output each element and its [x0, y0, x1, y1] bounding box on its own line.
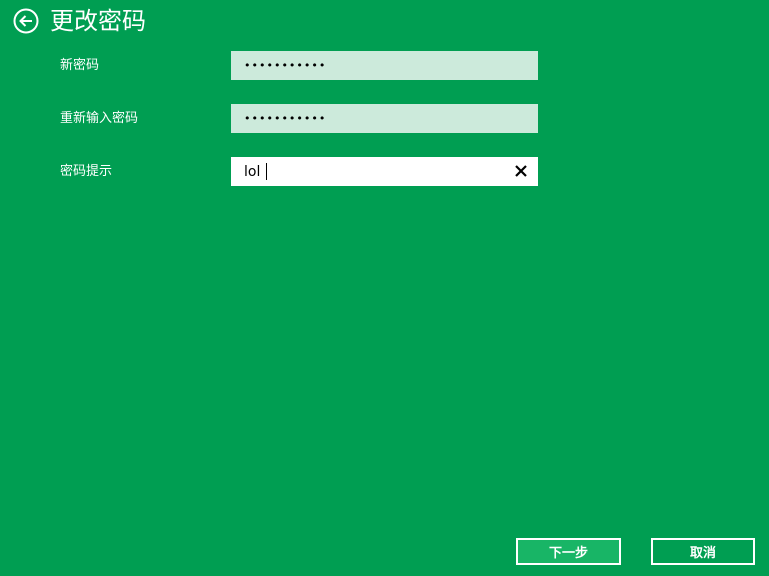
confirm-password-field-box[interactable] — [231, 104, 538, 133]
text-caret — [266, 163, 267, 180]
new-password-field-box[interactable] — [231, 51, 538, 80]
password-hint-field[interactable] — [231, 157, 538, 186]
confirm-password-row: 重新输入密码 — [60, 104, 540, 134]
clear-button[interactable] — [510, 160, 532, 182]
page-title: 更改密码 — [50, 7, 146, 35]
close-icon — [515, 165, 527, 177]
new-password-row: 新密码 — [60, 51, 540, 81]
back-button[interactable] — [12, 7, 40, 35]
confirm-password-label: 重新输入密码 — [60, 111, 139, 126]
confirm-password-field[interactable] — [231, 104, 538, 133]
back-arrow-circle-icon — [13, 8, 39, 34]
password-hint-row: 密码提示 — [60, 157, 540, 187]
header: 更改密码 — [12, 5, 146, 37]
password-hint-field-box[interactable] — [231, 157, 538, 186]
next-button[interactable]: 下一步 — [516, 538, 621, 565]
cancel-button[interactable]: 取消 — [651, 538, 755, 565]
new-password-field[interactable] — [231, 51, 538, 80]
password-hint-label: 密码提示 — [60, 164, 113, 179]
new-password-label: 新密码 — [60, 58, 100, 73]
